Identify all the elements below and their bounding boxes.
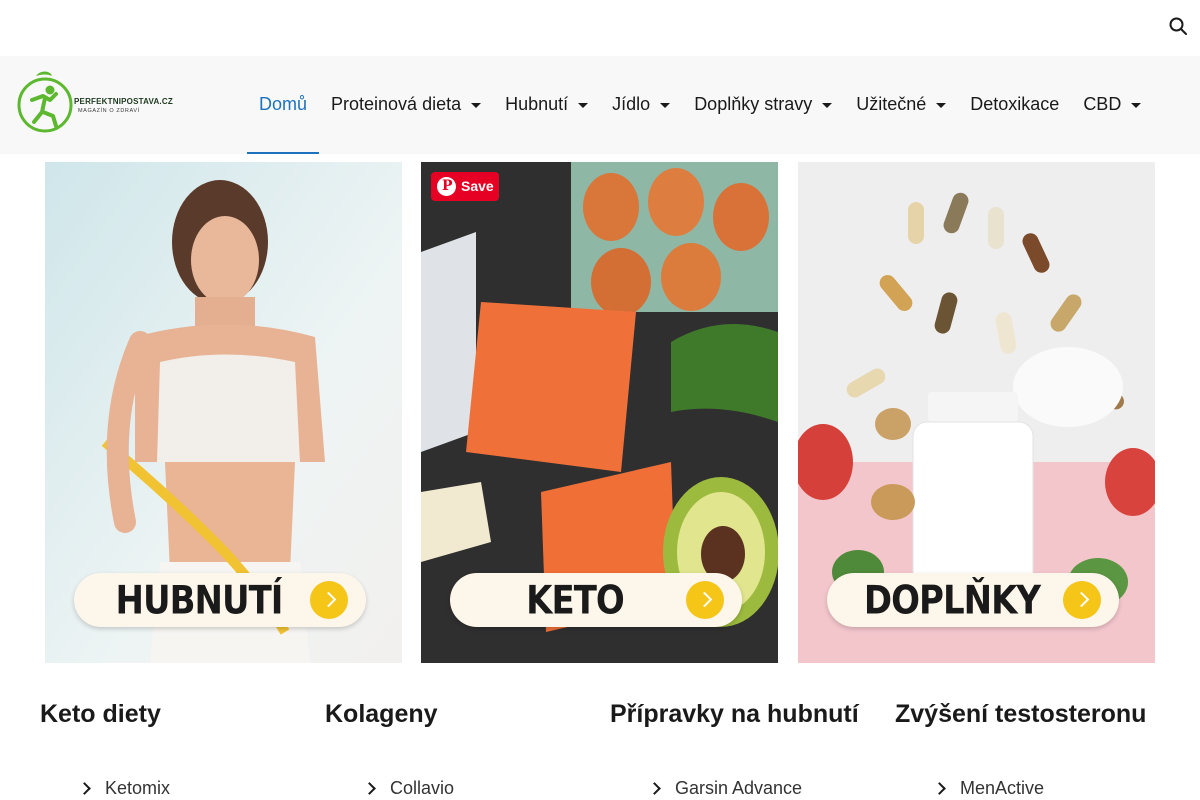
- menu-item-label: Hubnutí: [505, 93, 569, 114]
- menu-item-jidlo[interactable]: Jídlo: [600, 56, 682, 154]
- category-title: Zvýšení testosteronu: [895, 700, 1147, 728]
- tile-keto[interactable]: Save KETO: [421, 162, 778, 663]
- link-label: Collavio: [390, 778, 455, 798]
- menu-item-label: Detoxikace: [970, 93, 1060, 114]
- chevron-right-icon: [78, 782, 91, 795]
- category-pripravky-na-hubnuti: Přípravky na hubnutí Garsin Advance: [610, 700, 895, 799]
- caret-down-icon: [578, 103, 589, 108]
- chevron-right-icon[interactable]: [686, 581, 724, 619]
- link-label: Ketomix: [105, 778, 171, 798]
- link-label: Garsin Advance: [675, 778, 803, 798]
- tile-hubnuti[interactable]: HUBNUTÍ: [45, 162, 402, 663]
- caret-down-icon: [471, 103, 482, 108]
- caret-down-icon: [1131, 103, 1142, 108]
- menu-item-detoxikace[interactable]: Detoxikace: [958, 56, 1071, 154]
- category-keto-diety: Keto diety Ketomix: [40, 700, 325, 799]
- tile-label: DOPLŇKY: [863, 578, 1041, 624]
- category-kolageny: Kolageny Collavio: [325, 700, 610, 799]
- category-link[interactable]: Collavio: [363, 778, 610, 799]
- category-title: Přípravky na hubnutí: [610, 700, 859, 728]
- menu-item-hubnuti[interactable]: Hubnutí: [493, 56, 600, 154]
- menu-item-label: Doplňky stravy: [694, 93, 813, 114]
- menu-item-label: Jídlo: [612, 93, 651, 114]
- chevron-right-icon[interactable]: [1063, 581, 1101, 619]
- category-link[interactable]: MenActive: [933, 778, 1180, 799]
- pinterest-icon: [437, 177, 456, 196]
- tile-label: HUBNUTÍ: [115, 578, 284, 624]
- top-bar: [0, 0, 1200, 56]
- search-button[interactable]: [1168, 16, 1188, 36]
- category-list: Garsin Advance: [610, 778, 895, 799]
- chevron-right-icon: [933, 782, 946, 795]
- caret-down-icon: [822, 103, 833, 108]
- search-icon: [1169, 17, 1187, 35]
- logo-subtitle: MAGAZÍN O ZDRAVÍ: [78, 108, 140, 114]
- runner-logo-icon: [17, 71, 73, 133]
- save-label: Save: [461, 178, 494, 194]
- menu: Domů Proteinová dieta Hubnutí Jídlo Dopl…: [247, 56, 1153, 154]
- link-label: MenActive: [960, 778, 1045, 798]
- category-list: Ketomix: [40, 778, 325, 799]
- category-link[interactable]: Garsin Advance: [648, 778, 895, 799]
- menu-item-label: Proteinová dieta: [331, 93, 462, 114]
- chevron-right-icon: [363, 782, 376, 795]
- logo-text: PERFEKTNIPOSTAVA.CZ: [74, 97, 173, 106]
- caret-down-icon: [936, 103, 947, 108]
- menu-item-proteinova-dieta[interactable]: Proteinová dieta: [319, 56, 493, 154]
- category-list: Collavio: [325, 778, 610, 799]
- tile-banner: HUBNUTÍ: [74, 573, 366, 627]
- chevron-right-icon[interactable]: [310, 581, 348, 619]
- chevron-right-icon: [648, 782, 661, 795]
- tile-label: KETO: [526, 578, 625, 624]
- category-zvyseni-testosteronu: Zvýšení testosteronu MenActive: [895, 700, 1180, 799]
- site-logo[interactable]: PERFEKTNIPOSTAVA.CZ MAGAZÍN O ZDRAVÍ: [16, 70, 176, 136]
- menu-item-doplnky-stravy[interactable]: Doplňky stravy: [682, 56, 844, 154]
- tile-banner: KETO: [450, 573, 742, 627]
- category-list: MenActive: [895, 778, 1180, 799]
- category-title: Keto diety: [40, 700, 161, 728]
- menu-item-domu[interactable]: Domů: [247, 56, 320, 154]
- tile-doplnky[interactable]: DOPLŇKY: [798, 162, 1155, 663]
- caret-down-icon: [660, 103, 671, 108]
- pinterest-save-button[interactable]: Save: [431, 172, 499, 201]
- main-navigation: PERFEKTNIPOSTAVA.CZ MAGAZÍN O ZDRAVÍ Dom…: [0, 56, 1200, 154]
- menu-item-label: Užitečné: [856, 93, 927, 114]
- menu-item-label: Domů: [259, 93, 308, 114]
- tile-banner: DOPLŇKY: [827, 573, 1119, 627]
- category-title: Kolageny: [325, 700, 438, 728]
- category-link[interactable]: Ketomix: [78, 778, 325, 799]
- menu-item-cbd[interactable]: CBD: [1071, 56, 1153, 154]
- menu-item-label: CBD: [1083, 93, 1122, 114]
- menu-item-uzitecne[interactable]: Užitečné: [844, 56, 958, 154]
